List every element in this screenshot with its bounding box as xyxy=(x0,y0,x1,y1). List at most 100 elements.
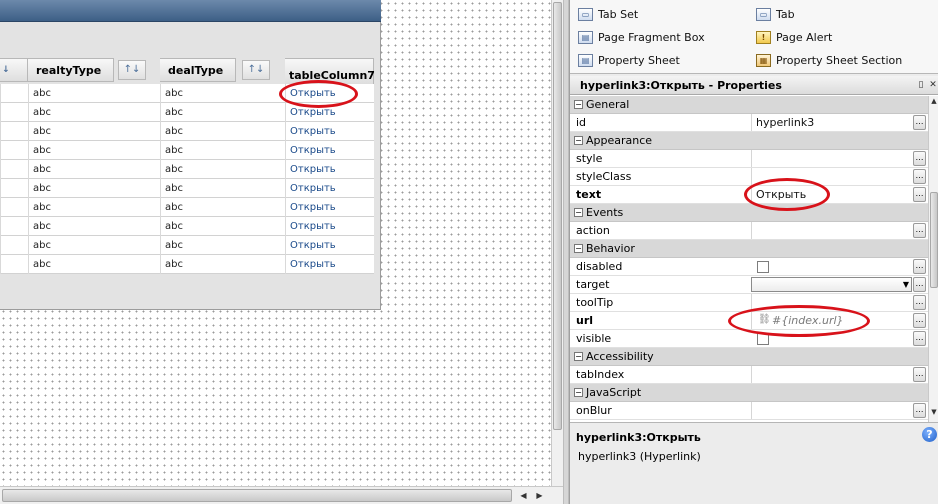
property-category-events[interactable]: − Events xyxy=(570,204,928,222)
category-label: Appearance xyxy=(586,134,653,147)
tab-icon: ▭ xyxy=(756,7,771,21)
scrollbar-thumb[interactable] xyxy=(2,489,512,502)
edit-ellipsis-button[interactable]: … xyxy=(913,277,926,292)
property-category-behavior[interactable]: − Behavior xyxy=(570,240,928,258)
tab-set-icon: ▭ xyxy=(578,7,593,21)
property-name: target xyxy=(576,278,610,291)
table-row[interactable]: abc abc Открыть xyxy=(0,141,374,160)
edit-ellipsis-button[interactable]: … xyxy=(913,151,926,166)
collapse-icon[interactable]: − xyxy=(574,352,583,361)
properties-vertical-scrollbar[interactable]: ▲ ▼ xyxy=(928,96,938,422)
palette-item-page-alert[interactable]: ! Page Alert xyxy=(756,27,832,47)
hyperlink-open[interactable]: Открыть xyxy=(285,141,374,160)
highlight-ellipse xyxy=(744,178,830,211)
hyperlink-open[interactable]: Открыть xyxy=(285,236,374,255)
property-row-tabindex[interactable]: tabIndex… xyxy=(570,366,928,384)
hyperlink-open[interactable]: Открыть xyxy=(285,198,374,217)
scroll-left-arrow-icon[interactable]: ◀ xyxy=(517,489,530,502)
table-header-dealtype[interactable]: dealType xyxy=(160,58,236,82)
property-category-accessibility[interactable]: − Accessibility xyxy=(570,348,928,366)
maximize-icon[interactable]: ▯ xyxy=(915,79,927,91)
table-row[interactable]: abc abc Открыть xyxy=(0,160,374,179)
palette-item-page-fragment-box[interactable]: ▤ Page Fragment Box xyxy=(578,27,705,47)
scroll-right-arrow-icon[interactable]: ▶ xyxy=(533,489,546,502)
tabindex-value[interactable] xyxy=(751,366,911,383)
page-alert-icon: ! xyxy=(756,30,771,44)
table-row[interactable]: abc abc Открыть xyxy=(0,236,374,255)
table-row[interactable]: abc abc Открыть xyxy=(0,122,374,141)
chevron-down-icon: ▼ xyxy=(902,280,909,289)
collapse-icon[interactable]: − xyxy=(574,388,583,397)
designer-horizontal-scrollbar[interactable]: ◀ ▶ xyxy=(0,486,563,504)
collapse-icon[interactable]: − xyxy=(574,100,583,109)
property-name: url xyxy=(576,314,594,327)
edit-ellipsis-button[interactable]: … xyxy=(913,313,926,328)
table-cell-dealtype: abc xyxy=(160,141,285,160)
edit-ellipsis-button[interactable]: … xyxy=(913,169,926,184)
palette-item-tab-set[interactable]: ▭ Tab Set xyxy=(578,4,638,24)
scrollbar-thumb[interactable] xyxy=(930,192,938,288)
edit-ellipsis-button[interactable]: … xyxy=(913,223,926,238)
hyperlink-open[interactable]: Открыть xyxy=(285,255,374,274)
property-name: toolTip xyxy=(576,296,614,309)
palette-item-property-sheet-section[interactable]: ▦ Property Sheet Section xyxy=(756,50,902,70)
palette-label: Property Sheet xyxy=(598,53,680,67)
table-row[interactable]: abc abc Открыть xyxy=(0,179,374,198)
edit-ellipsis-button[interactable]: … xyxy=(913,403,926,418)
property-row-visible[interactable]: visible… xyxy=(570,330,928,348)
table-row[interactable]: abc abc Открыть xyxy=(0,198,374,217)
style-value[interactable] xyxy=(751,150,911,167)
hyperlink-open[interactable]: Открыть xyxy=(285,217,374,236)
property-sheet-section-icon: ▦ xyxy=(756,53,771,67)
scrollbar-thumb[interactable] xyxy=(553,2,562,430)
property-name: id xyxy=(576,116,587,129)
palette-item-property-sheet[interactable]: ▤ Property Sheet xyxy=(578,50,680,70)
table-header-realtytype[interactable]: realtyType xyxy=(28,58,114,82)
action-value[interactable] xyxy=(751,222,911,239)
help-icon[interactable]: ? xyxy=(922,427,937,442)
disabled-checkbox[interactable] xyxy=(757,261,769,273)
hyperlink-open[interactable]: Открыть xyxy=(285,122,374,141)
palette-item-tab[interactable]: ▭ Tab xyxy=(756,4,795,24)
onblur-value[interactable] xyxy=(751,402,911,419)
property-row-id[interactable]: id hyperlink3… xyxy=(570,114,928,132)
collapse-icon[interactable]: − xyxy=(574,136,583,145)
property-name: style xyxy=(576,152,603,165)
hyperlink-open[interactable]: Открыть xyxy=(285,179,374,198)
property-row-action[interactable]: action… xyxy=(570,222,928,240)
property-category-appearance[interactable]: − Appearance xyxy=(570,132,928,150)
hyperlink-open[interactable]: Открыть xyxy=(285,160,374,179)
property-row-onblur[interactable]: onBlur… xyxy=(570,402,928,420)
property-category-javascript[interactable]: − JavaScript xyxy=(570,384,928,402)
table-row[interactable]: abc abc Открыть xyxy=(0,217,374,236)
table-row[interactable]: abc abc Открыть xyxy=(0,255,374,274)
property-row-styleclass[interactable]: styleClass… xyxy=(570,168,928,186)
page-fragment-box-icon: ▤ xyxy=(578,30,593,44)
edit-ellipsis-button[interactable]: … xyxy=(913,367,926,382)
sort-dealtype-button[interactable]: ↑↓ xyxy=(242,60,270,80)
scroll-down-arrow-icon[interactable]: ▼ xyxy=(929,408,938,416)
id-value[interactable]: hyperlink3 xyxy=(751,114,911,131)
table-cell xyxy=(0,236,28,255)
collapse-icon[interactable]: − xyxy=(574,208,583,217)
close-icon[interactable]: ✕ xyxy=(927,79,938,91)
table-component[interactable]: ↓ realtyType ↑↓ dealType ↑↓ tableColumn7… xyxy=(0,0,381,310)
designer-canvas[interactable]: ↓ realtyType ↑↓ dealType ↑↓ tableColumn7… xyxy=(0,0,551,486)
scroll-up-arrow-icon[interactable]: ▲ xyxy=(929,97,938,105)
designer-vertical-scrollbar[interactable] xyxy=(551,0,563,486)
property-sheet-icon: ▤ xyxy=(578,53,593,67)
edit-ellipsis-button[interactable]: … xyxy=(913,259,926,274)
edit-ellipsis-button[interactable]: … xyxy=(913,331,926,346)
property-row-style[interactable]: style … xyxy=(570,150,928,168)
edit-ellipsis-button[interactable]: … xyxy=(913,115,926,130)
property-row-disabled[interactable]: disabled… xyxy=(570,258,928,276)
sort-realtytype-button[interactable]: ↑↓ xyxy=(118,60,146,80)
edit-ellipsis-button[interactable]: … xyxy=(913,295,926,310)
property-row-target[interactable]: target ▼ … xyxy=(570,276,928,294)
edit-ellipsis-button[interactable]: … xyxy=(913,187,926,202)
property-category-general[interactable]: − General xyxy=(570,96,928,114)
table-cell-realtytype: abc xyxy=(28,179,160,198)
palette-label: Tab xyxy=(776,7,795,21)
collapse-icon[interactable]: − xyxy=(574,244,583,253)
target-dropdown[interactable]: ▼ xyxy=(751,277,912,292)
